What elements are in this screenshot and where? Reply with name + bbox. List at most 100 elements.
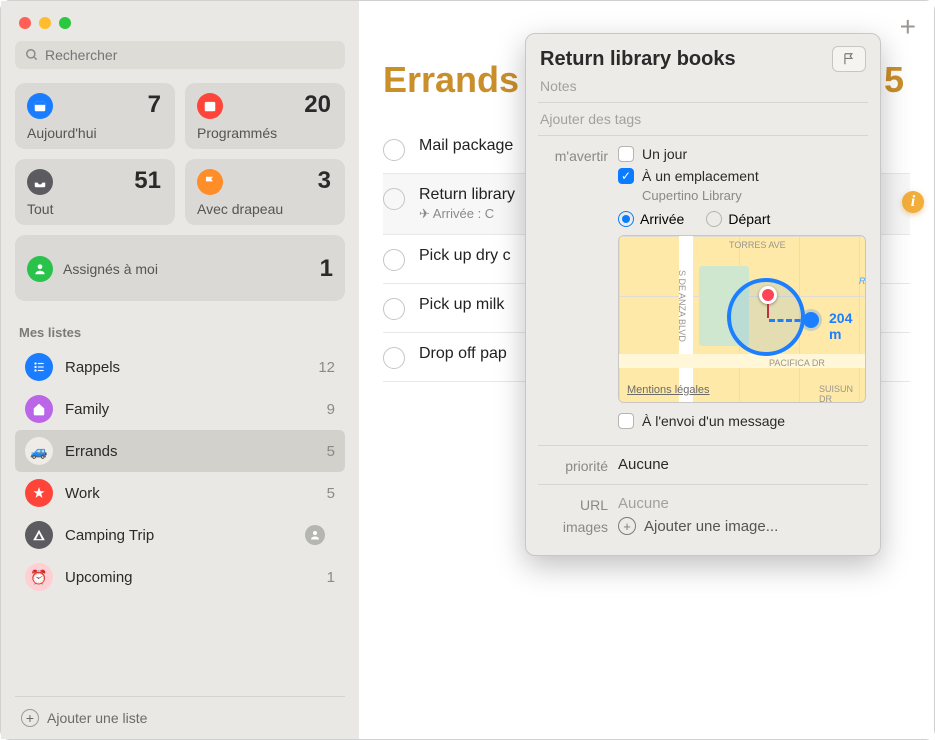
tags-field[interactable]: Ajouter des tags (540, 107, 866, 131)
smart-count: 20 (304, 91, 331, 119)
radius-value: 204 m (829, 310, 865, 342)
home-icon (25, 395, 53, 423)
location-map[interactable]: TORRES AVE S DE ANZA BLVD PACIFICA DR SU… (618, 235, 866, 403)
car-icon: 🚙 (25, 437, 53, 465)
map-pin-icon (759, 286, 777, 304)
add-image-button[interactable]: + Ajouter une image... (618, 517, 866, 535)
smart-label: Aujourd'hui (27, 125, 163, 141)
arriving-label: Arrivée (640, 211, 684, 227)
list-name: Errands (65, 443, 118, 460)
complete-toggle[interactable] (383, 139, 405, 161)
tray-icon (27, 169, 53, 195)
list-name: Camping Trip (65, 527, 154, 544)
leaving-radio[interactable]: Départ (706, 211, 770, 227)
person-icon (27, 256, 53, 282)
search-field[interactable] (15, 41, 345, 69)
search-input[interactable] (45, 47, 335, 63)
plus-icon: + (21, 709, 39, 727)
smart-list-scheduled[interactable]: 20 Programmés (185, 83, 345, 149)
smart-list-today[interactable]: 7 Aujourd'hui (15, 83, 175, 149)
map-legal-link[interactable]: Mentions légales (627, 384, 710, 396)
add-image-label: Ajouter une image... (644, 518, 778, 535)
location-name: Cupertino Library (642, 188, 866, 203)
list-count: 5 (327, 443, 335, 460)
street-label: S DE ANZA BLVD (677, 270, 687, 342)
list-count: 12 (318, 359, 335, 376)
clock-icon: ⏰ (25, 563, 53, 591)
url-label: URL (540, 495, 618, 513)
smart-count: 7 (148, 91, 161, 119)
remind-me-label: m'avertir (540, 146, 618, 435)
sidebar-list-rappels[interactable]: Rappels12 (15, 346, 345, 388)
list-icon (25, 353, 53, 381)
fullscreen-window-button[interactable] (59, 17, 71, 29)
calendar-dots-icon (197, 93, 223, 119)
at-location-checkbox-row[interactable]: ✓ À un emplacement (618, 168, 866, 184)
shared-icon (305, 525, 325, 545)
when-messaging-label: À l'envoi d'un message (642, 413, 785, 429)
smart-count: 3 (318, 167, 331, 195)
leaving-label: Départ (728, 211, 770, 227)
sidebar-list-camping-trip[interactable]: Camping Trip (15, 514, 345, 556)
smart-label: Tout (27, 201, 163, 217)
plus-circle-icon: + (618, 517, 636, 535)
radius-handle[interactable] (803, 312, 819, 328)
priority-value[interactable]: Aucune (618, 456, 866, 474)
images-label: images (540, 517, 618, 535)
arriving-radio[interactable]: Arrivée (618, 211, 684, 227)
info-button[interactable]: i (902, 191, 924, 213)
list-name: Family (65, 401, 109, 418)
when-messaging-checkbox-row[interactable]: À l'envoi d'un message (618, 413, 866, 429)
complete-toggle[interactable] (383, 298, 405, 320)
list-count: 5 (327, 485, 335, 502)
smart-label: Programmés (197, 125, 333, 141)
at-location-label: À un emplacement (642, 168, 759, 184)
add-list-button[interactable]: + Ajouter une liste (15, 696, 345, 739)
calendar-icon (27, 93, 53, 119)
star-icon (25, 479, 53, 507)
smart-list-all[interactable]: 51 Tout (15, 159, 175, 225)
add-reminder-button[interactable]: + (900, 11, 916, 43)
radio-checked-icon (618, 211, 634, 227)
smart-list-assigned[interactable]: Assignés à moi 1 (15, 235, 345, 301)
sidebar-list-family[interactable]: Family9 (15, 388, 345, 430)
complete-toggle[interactable] (383, 249, 405, 271)
street-label: Reg (859, 276, 866, 286)
list-count: 5 (884, 59, 904, 101)
checkbox-unchecked-icon (618, 146, 634, 162)
sidebar-list-work[interactable]: Work 5 (15, 472, 345, 514)
flag-icon (197, 169, 223, 195)
my-lists-header: Mes listes (15, 311, 345, 346)
on-a-day-checkbox-row[interactable]: Un jour (618, 146, 866, 162)
flag-toggle-button[interactable] (832, 46, 866, 72)
notes-field[interactable]: Notes (540, 74, 866, 98)
tent-icon (25, 521, 53, 549)
smart-label: Avec drapeau (197, 201, 333, 217)
priority-label: priorité (540, 456, 618, 474)
list-count: 1 (327, 569, 335, 586)
smart-count: 51 (134, 167, 161, 195)
smart-list-flagged[interactable]: 3 Avec drapeau (185, 159, 345, 225)
smart-count: 1 (320, 255, 333, 283)
complete-toggle[interactable] (383, 188, 405, 210)
sidebar-list-upcoming[interactable]: ⏰ Upcoming 1 (15, 556, 345, 598)
checkbox-checked-icon: ✓ (618, 168, 634, 184)
url-value[interactable]: Aucune (618, 495, 866, 513)
list-name: Upcoming (65, 569, 133, 586)
add-list-label: Ajouter une liste (47, 710, 147, 726)
complete-toggle[interactable] (383, 347, 405, 369)
reminder-inspector: Return library books Notes Ajouter des t… (525, 33, 881, 556)
lists-container: Rappels12Family9 🚙 Errands 5 Work 5 Camping Tr… (15, 346, 345, 598)
sidebar: 7 Aujourd'hui 20 Programmés 51 Tout (1, 1, 359, 739)
minimize-window-button[interactable] (39, 17, 51, 29)
smart-label: Assignés à moi (63, 261, 158, 277)
window-controls (15, 11, 345, 41)
checkbox-unchecked-icon (618, 413, 634, 429)
list-name: Work (65, 485, 100, 502)
search-icon (25, 48, 39, 62)
street-label: PACIFICA DR (769, 358, 825, 368)
street-label: TORRES AVE (729, 240, 786, 250)
inspector-title[interactable]: Return library books (540, 48, 832, 71)
sidebar-list-errands[interactable]: 🚙 Errands 5 (15, 430, 345, 472)
close-window-button[interactable] (19, 17, 31, 29)
